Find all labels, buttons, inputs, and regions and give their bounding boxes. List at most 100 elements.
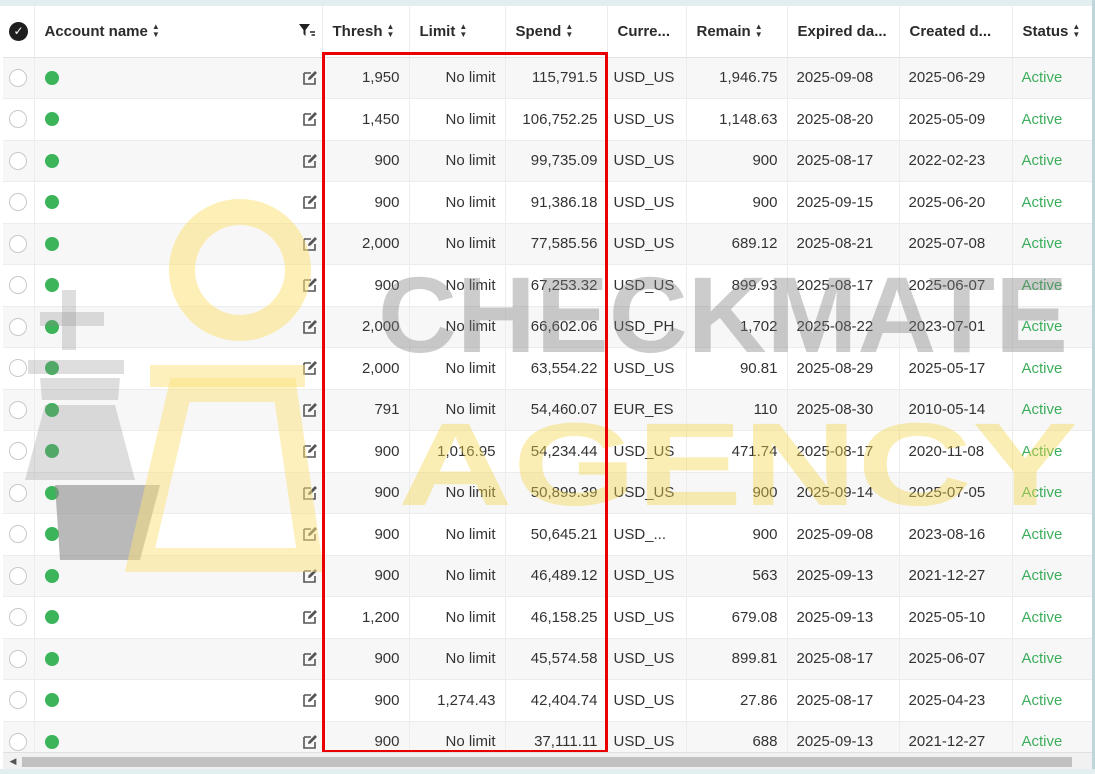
cell-expired-date: 2025-08-17 xyxy=(787,264,900,306)
table-row[interactable]: 900 No limit 46,489.12 USD_US 563 2025-09-13 2… xyxy=(3,555,1092,597)
edit-icon[interactable] xyxy=(302,319,318,335)
cell-select[interactable] xyxy=(3,513,35,555)
edit-icon[interactable] xyxy=(302,402,318,418)
table-row[interactable]: 2,000 No limit 66,602.06 USD_PH 1,702 2025-08… xyxy=(3,306,1092,348)
radio-icon[interactable] xyxy=(9,359,27,378)
radio-icon[interactable] xyxy=(9,400,27,419)
sort-arrows-icon[interactable]: ▲ ▼ xyxy=(755,23,763,39)
table-row[interactable]: 1,950 No limit 115,791.5 USD_US 1,946.75 2025… xyxy=(3,57,1092,99)
edit-icon[interactable] xyxy=(302,153,318,169)
radio-icon[interactable] xyxy=(9,483,27,502)
column-header-status[interactable]: Status ▲ ▼ xyxy=(1012,6,1092,58)
cell-select[interactable] xyxy=(3,98,35,140)
cell-limit: No limit xyxy=(409,181,506,223)
sort-arrows-icon[interactable]: ▲ ▼ xyxy=(387,23,395,39)
column-header-currency[interactable]: Curre... xyxy=(607,6,687,58)
cell-remain: 679.08 xyxy=(686,596,788,638)
table-row[interactable]: 900 No limit 50,645.21 USD_... 900 2025-09-08… xyxy=(3,513,1092,555)
edit-icon[interactable] xyxy=(302,485,318,501)
column-header-account-name[interactable]: Account name ▲ ▼ xyxy=(34,6,323,58)
table-row[interactable]: 900 No limit 50,899.39 USD_US 900 2025-09-14 2… xyxy=(3,472,1092,514)
cell-select[interactable] xyxy=(3,679,35,721)
radio-icon[interactable] xyxy=(9,732,27,751)
radio-icon[interactable] xyxy=(9,151,27,170)
table-row[interactable]: 2,000 No limit 77,585.56 USD_US 689.12 2025-0… xyxy=(3,223,1092,265)
table-row[interactable]: 900 1,274.43 42,404.74 USD_US 27.86 2025-08-1… xyxy=(3,679,1092,721)
cell-expired-date: 2025-08-17 xyxy=(787,638,900,680)
cell-select[interactable] xyxy=(3,555,35,597)
radio-icon[interactable] xyxy=(9,649,27,668)
cell-select[interactable] xyxy=(3,57,35,99)
column-header-thresh[interactable]: Thresh ▲ ▼ xyxy=(322,6,410,58)
table-row[interactable]: 900 1,016.95 54,234.44 USD_US 471.74 2025-08-… xyxy=(3,430,1092,472)
cell-currency: USD_US xyxy=(607,638,687,680)
edit-icon[interactable] xyxy=(302,277,318,293)
cell-select[interactable] xyxy=(3,181,35,223)
column-header-created-date[interactable]: Created d... xyxy=(899,6,1013,58)
radio-icon[interactable] xyxy=(9,442,27,461)
radio-icon[interactable] xyxy=(9,525,27,544)
column-label-thresh: Thresh xyxy=(332,22,383,40)
cell-remain: 900 xyxy=(686,140,788,182)
column-header-expired-date[interactable]: Expired da... xyxy=(787,6,900,58)
radio-icon[interactable] xyxy=(9,110,27,129)
edit-icon[interactable] xyxy=(302,360,318,376)
table-row[interactable]: 900 No limit 37,111.11 USD_US 688 2025-09-13 2… xyxy=(3,721,1092,752)
table-row[interactable]: 900 No limit 45,574.58 USD_US 899.81 2025-08-… xyxy=(3,638,1092,680)
table-row[interactable]: 791 No limit 54,460.07 EUR_ES 110 2025-08-30 2… xyxy=(3,389,1092,431)
check-circle-icon[interactable]: ✓ xyxy=(9,21,28,41)
table-row[interactable]: 1,200 No limit 46,158.25 USD_US 679.08 2025-0… xyxy=(3,596,1092,638)
table-row[interactable]: 2,000 No limit 63,554.22 USD_US 90.81 2025-08… xyxy=(3,347,1092,389)
sort-arrows-icon[interactable]: ▲ ▼ xyxy=(459,23,467,39)
table-row[interactable]: 900 No limit 67,253.32 USD_US 899.93 2025-08-… xyxy=(3,264,1092,306)
edit-icon[interactable] xyxy=(302,236,318,252)
edit-icon[interactable] xyxy=(302,651,318,667)
edit-icon[interactable] xyxy=(302,443,318,459)
radio-icon[interactable] xyxy=(9,234,27,253)
sort-arrows-icon[interactable]: ▲ ▼ xyxy=(565,23,573,39)
cell-select[interactable] xyxy=(3,140,35,182)
radio-icon[interactable] xyxy=(9,317,27,336)
edit-icon[interactable] xyxy=(302,568,318,584)
cell-select[interactable] xyxy=(3,264,35,306)
edit-icon[interactable] xyxy=(302,111,318,127)
sort-arrows-icon[interactable]: ▲ ▼ xyxy=(152,23,160,39)
radio-icon[interactable] xyxy=(9,276,27,295)
sort-arrows-icon[interactable]: ▲ ▼ xyxy=(1072,23,1080,39)
cell-select[interactable] xyxy=(3,430,35,472)
radio-icon[interactable] xyxy=(9,566,27,585)
column-header-limit[interactable]: Limit ▲ ▼ xyxy=(409,6,506,58)
scroll-left-arrow-icon[interactable]: ◀ xyxy=(5,753,21,770)
cell-expired-date: 2025-09-08 xyxy=(787,513,900,555)
column-header-remain[interactable]: Remain ▲ ▼ xyxy=(686,6,788,58)
radio-icon[interactable] xyxy=(9,691,27,710)
horizontal-scrollbar[interactable]: ◀ xyxy=(3,752,1092,770)
edit-icon[interactable] xyxy=(302,526,318,542)
cell-select[interactable] xyxy=(3,596,35,638)
table-row[interactable]: 1,450 No limit 106,752.25 USD_US 1,148.63 202… xyxy=(3,98,1092,140)
cell-select[interactable] xyxy=(3,223,35,265)
cell-select[interactable] xyxy=(3,389,35,431)
cell-select[interactable] xyxy=(3,306,35,348)
cell-select[interactable] xyxy=(3,472,35,514)
column-header-spend[interactable]: Spend ▲ ▼ xyxy=(505,6,608,58)
edit-icon[interactable] xyxy=(302,692,318,708)
cell-status: Active xyxy=(1012,721,1092,752)
cell-select[interactable] xyxy=(3,638,35,680)
radio-icon[interactable] xyxy=(9,68,27,87)
cell-expired-date: 2025-09-14 xyxy=(787,472,900,514)
radio-icon[interactable] xyxy=(9,193,27,212)
radio-icon[interactable] xyxy=(9,608,27,627)
select-all-header[interactable]: ✓ xyxy=(3,6,35,58)
cell-select[interactable] xyxy=(3,347,35,389)
cell-account-name xyxy=(34,347,323,389)
edit-icon[interactable] xyxy=(302,194,318,210)
table-row[interactable]: 900 No limit 99,735.09 USD_US 900 2025-08-17 2… xyxy=(3,140,1092,182)
filter-icon[interactable] xyxy=(298,23,316,39)
edit-icon[interactable] xyxy=(302,70,318,86)
cell-select[interactable] xyxy=(3,721,35,752)
table-row[interactable]: 900 No limit 91,386.18 USD_US 900 2025-09-15 2… xyxy=(3,181,1092,223)
edit-icon[interactable] xyxy=(302,609,318,625)
scrollbar-thumb[interactable] xyxy=(22,757,1072,767)
edit-icon[interactable] xyxy=(302,734,318,750)
